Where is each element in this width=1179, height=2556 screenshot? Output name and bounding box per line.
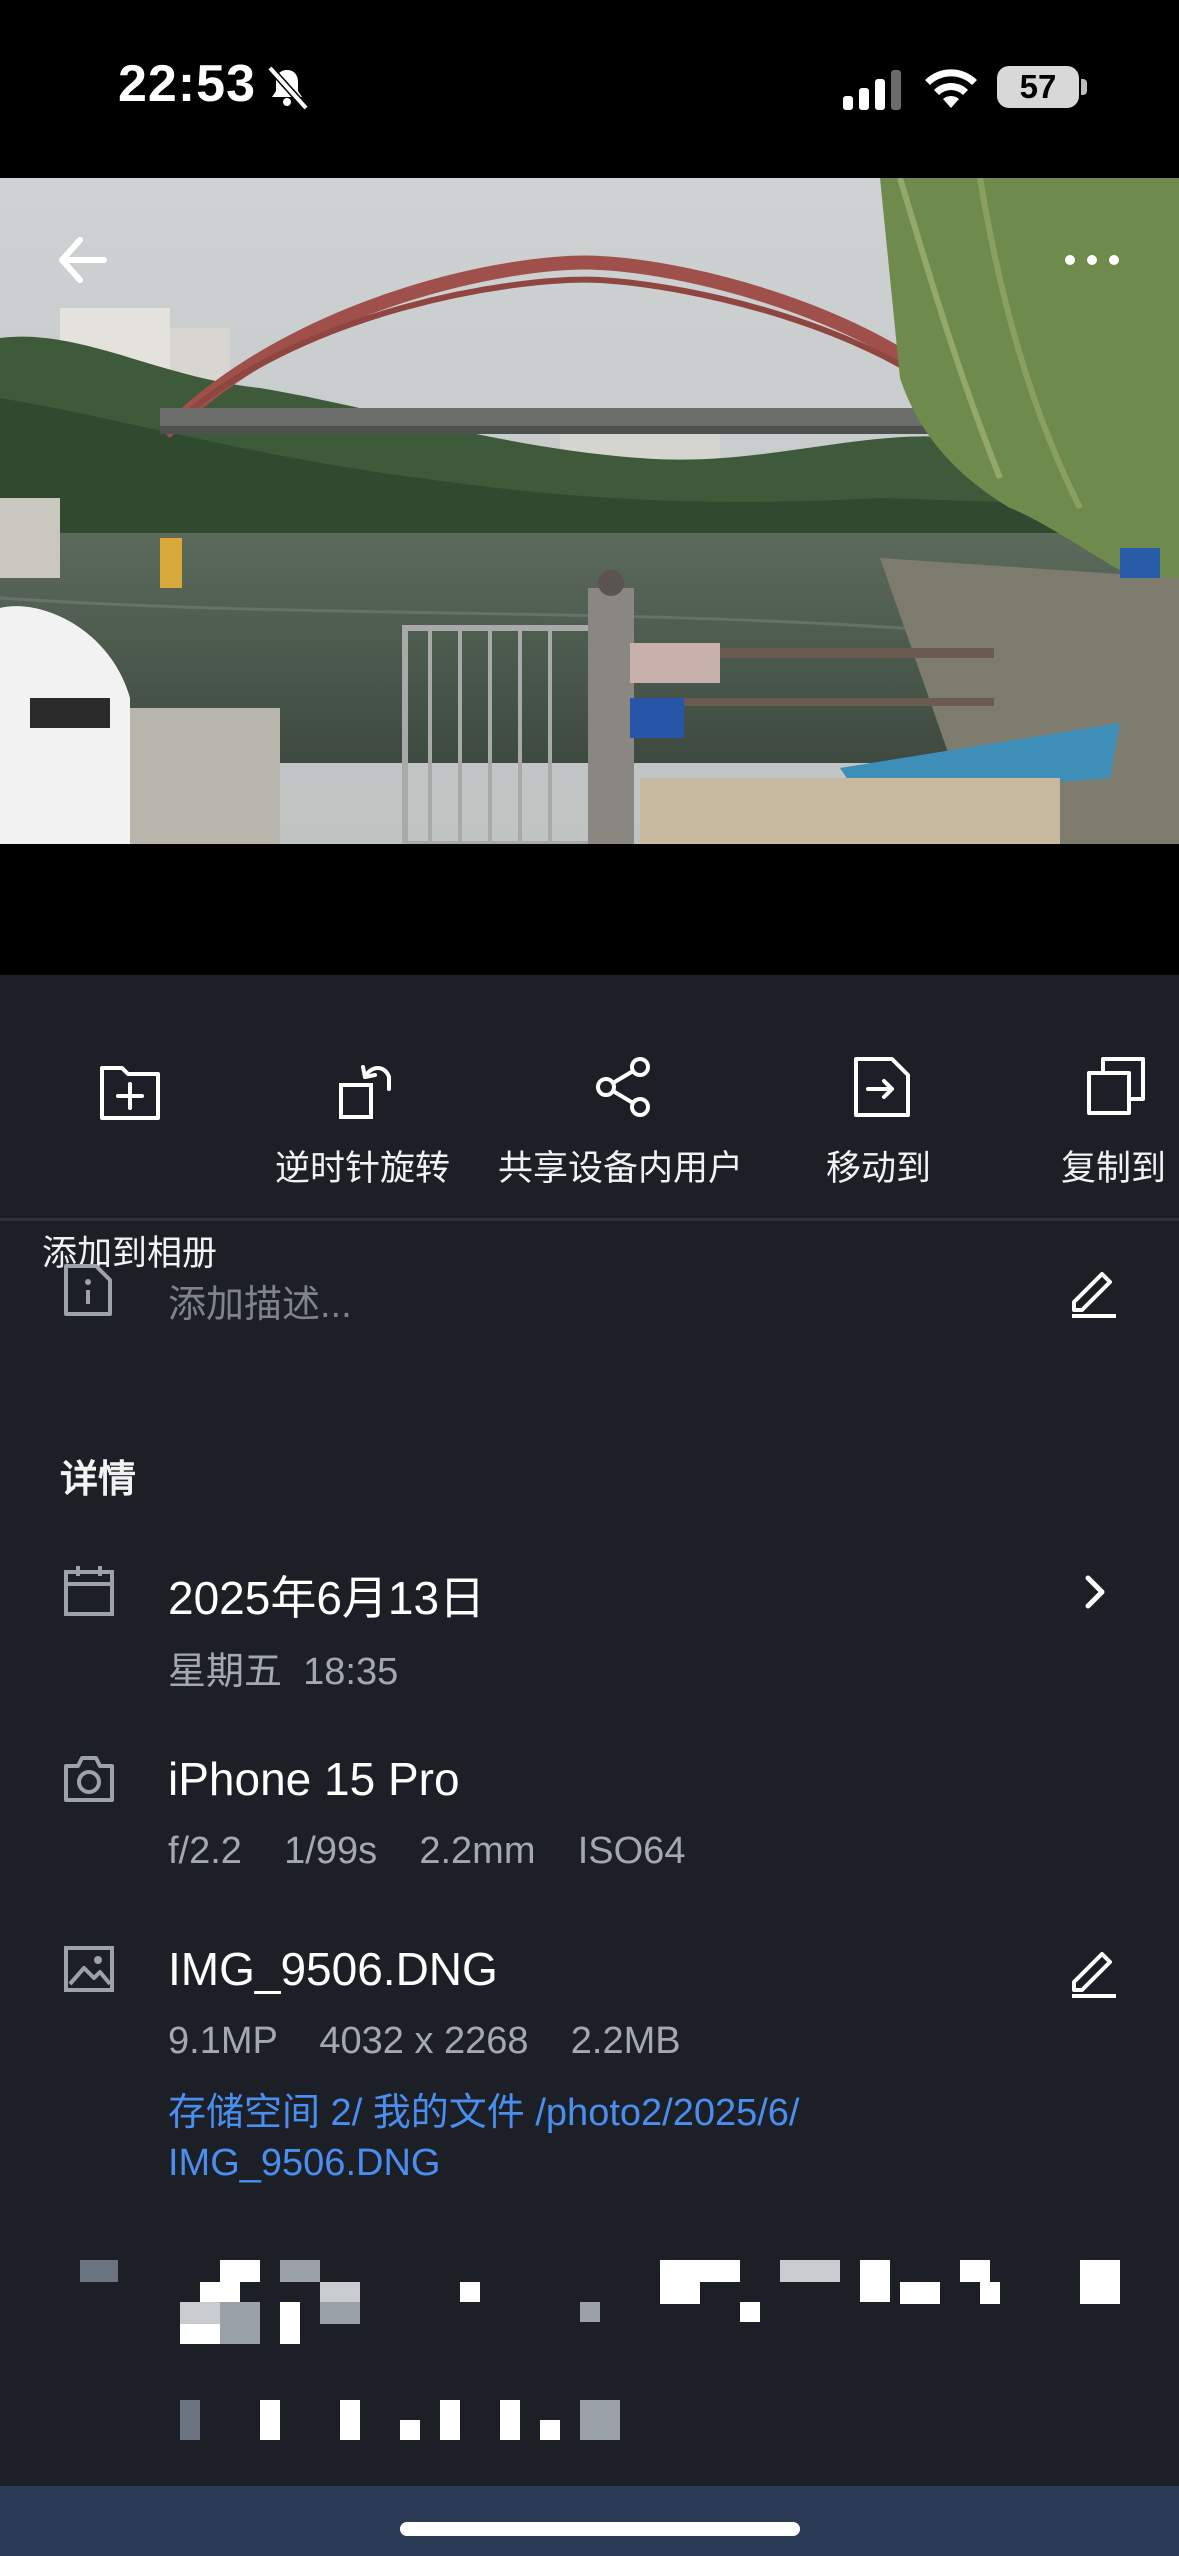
file-row: IMG_9506.DNG 9.1MP 4032 x 2268 2.2MB 存储空… <box>0 1920 1179 2190</box>
battery-level: 57 <box>1019 68 1057 105</box>
battery-cap <box>1081 79 1087 95</box>
file-name: IMG_9506.DNG <box>168 1943 498 1995</box>
image-icon <box>64 1946 114 1992</box>
rotate-left-icon <box>339 1065 391 1119</box>
description-row[interactable]: 添加描述... <box>0 1240 1179 1360</box>
chevron-right-icon <box>1085 1575 1105 1609</box>
add-to-album-button[interactable]: 添加到相册 <box>30 1060 230 1273</box>
description-input[interactable]: 添加描述... <box>168 1273 352 1328</box>
share-icon <box>596 1057 650 1117</box>
home-indicator[interactable] <box>400 2522 800 2536</box>
action-divider <box>0 1219 1179 1221</box>
camera-row: iPhone 15 Pro f/2.2 1/99s 2.2mm ISO64 <box>0 1730 1179 1900</box>
action-rotate-button[interactable]: 逆时针旋转 <box>275 1055 455 1205</box>
date-subtitle: 星期五 18:35 <box>168 1651 399 1693</box>
edit-filename-icon[interactable] <box>1068 1942 1120 1998</box>
share-label: 共享设备内用户 <box>498 1149 744 1188</box>
edit-icon[interactable] <box>1068 1262 1120 1318</box>
photo[interactable] <box>0 178 1179 844</box>
file-path-line1[interactable]: 存储空间 2/ 我的文件 /photo2/2025/6/ <box>168 2088 800 2138</box>
copy-to-button[interactable]: 复制到 <box>1055 1055 1179 1205</box>
bell-slash-icon <box>267 65 309 111</box>
photo-viewer[interactable] <box>0 178 1179 975</box>
folder-plus-icon <box>100 1066 160 1120</box>
info-icon <box>64 1264 112 1316</box>
status-bar: 22:53 57 <box>0 0 1179 178</box>
copy-icon <box>1087 1057 1145 1115</box>
rotate-label: 逆时针旋转 <box>275 1149 451 1188</box>
move-to-label: 移动到 <box>826 1149 932 1188</box>
file-specs: 9.1MP 4032 x 2268 2.2MB <box>168 2020 681 2062</box>
redacted-area <box>0 2240 1179 2490</box>
battery-icon: 57 <box>997 66 1079 108</box>
date-row[interactable]: 2025年6月13日 星期五 18:35 <box>0 1540 1179 1710</box>
move-to-button[interactable]: 移动到 <box>820 1055 950 1205</box>
date-title: 2025年6月13日 <box>168 1572 486 1624</box>
details-title: 详情 <box>60 1459 137 1501</box>
back-button[interactable] <box>48 222 124 298</box>
more-horizontal-icon[interactable] <box>1052 222 1132 298</box>
share-button[interactable]: 共享设备内用户 <box>495 1055 745 1205</box>
cellular-signal-icon <box>843 70 901 110</box>
camera-model: iPhone 15 Pro <box>168 1753 460 1805</box>
file-move-icon <box>854 1057 910 1117</box>
file-path-line2[interactable]: IMG_9506.DNG <box>168 2138 440 2188</box>
calendar-icon <box>64 1566 114 1616</box>
copy-to-label: 复制到 <box>1061 1149 1167 1188</box>
status-time: 22:53 <box>118 55 256 113</box>
camera-exif: f/2.2 1/99s 2.2mm ISO64 <box>168 1830 686 1872</box>
bottom-strip <box>0 2486 1179 2556</box>
camera-icon <box>64 1756 114 1802</box>
wifi-icon <box>925 69 977 108</box>
